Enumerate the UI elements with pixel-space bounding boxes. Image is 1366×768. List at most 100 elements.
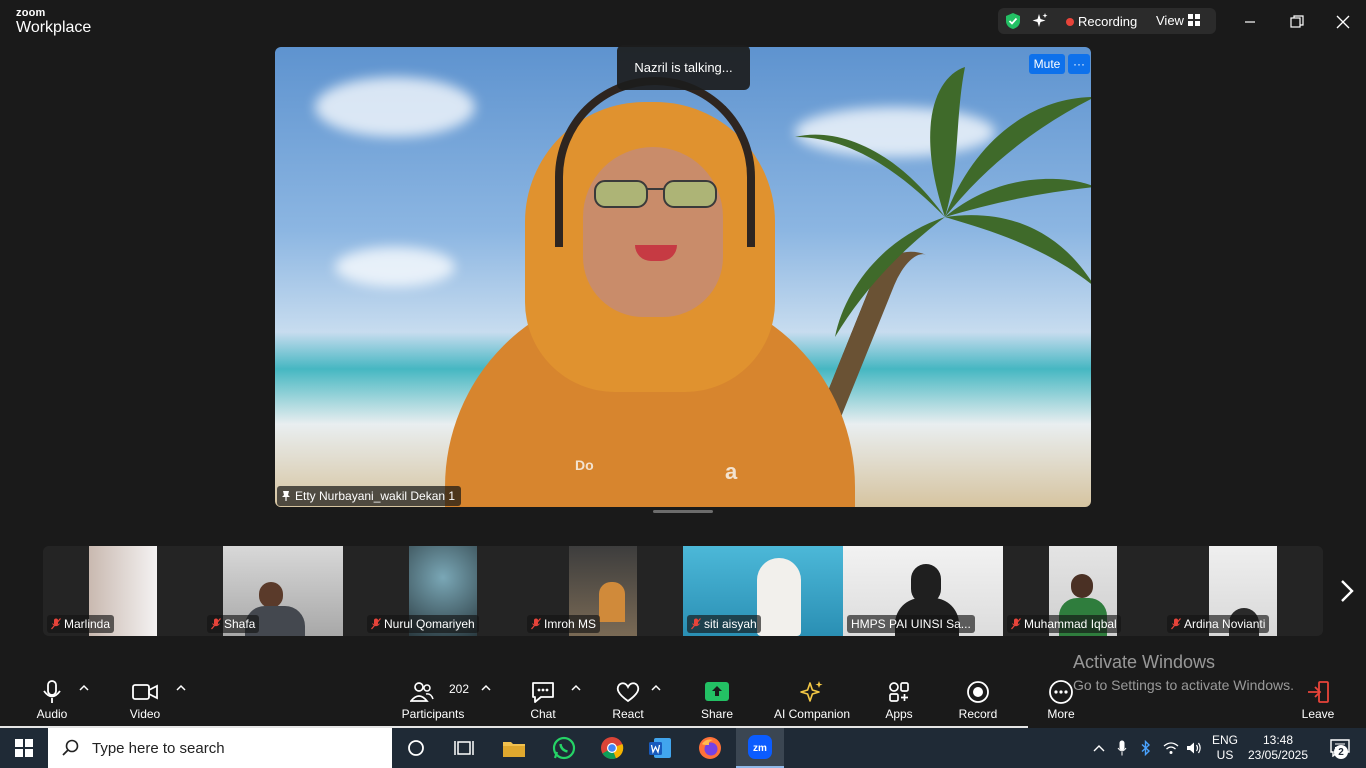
restore-icon [1290,15,1304,28]
file-explorer-taskbar-button[interactable] [490,728,538,768]
chat-label: Chat [530,707,556,721]
tray-network-button[interactable] [1160,728,1182,768]
participant-tile[interactable]: Muhammad Iqbal [1003,546,1163,636]
participant-name: Nurul Qomariyeh [384,617,475,631]
video-button[interactable]: Video [124,670,166,728]
video-options-chevron-up-icon[interactable] [176,684,186,692]
ai-sparkle-icon[interactable] [1031,12,1049,30]
chat-options-chevron-up-icon[interactable] [571,684,581,692]
mute-participant-button[interactable]: Mute [1029,54,1065,74]
leave-meeting-button[interactable]: Leave [1298,670,1338,728]
record-label: Record [958,707,998,721]
participant-name: HMPS PAI UINSI Sa... [851,617,971,631]
microphone-tray-icon [1117,740,1127,756]
leave-exit-icon [1308,681,1329,703]
zoom-workplace-logo: zoom Workplace [16,8,91,36]
participant-name: siti aisyah [704,617,757,631]
participants-options-chevron-up-icon[interactable] [481,684,491,692]
taskbar-clock[interactable]: 13:48 23/05/2025 [1246,728,1310,768]
activate-windows-watermark: Activate Windows Go to Settings to activ… [1073,652,1294,693]
view-grid-icon[interactable] [1188,14,1200,26]
speaker-volume-icon [1187,742,1201,754]
view-button-label[interactable]: View [1156,13,1184,28]
mic-muted-icon [1011,618,1021,630]
active-speaker-name-tag: Etty Nurbayani_wakil Dekan 1 [277,486,462,506]
recording-label[interactable]: Recording [1078,14,1137,29]
ai-companion-button[interactable]: AI Companion [770,670,854,728]
show-hidden-icons-button[interactable] [1088,728,1110,768]
apps-icon [889,682,909,702]
shirt-text-right: a [725,459,738,484]
chrome-icon [601,737,624,760]
maximize-button[interactable] [1285,10,1309,34]
folder-icon [503,742,525,757]
chevron-up-icon [1093,745,1105,752]
firefox-taskbar-button[interactable] [686,728,734,768]
active-speaker-video[interactable]: Do a [275,47,1091,507]
task-view-icon [454,741,474,755]
close-button[interactable] [1331,10,1355,34]
participant-tile[interactable]: Shafa [203,546,363,636]
word-taskbar-button[interactable] [636,728,684,768]
participant-tile[interactable]: Ardina Novianti [1163,546,1323,636]
participants-button[interactable]: Participants [400,670,466,728]
zoom-meeting-window: zoom Workplace Recording View Do a Nazri… [0,0,1366,728]
logo-workplace-text: Workplace [16,19,92,36]
more-label: More [1047,707,1075,721]
chat-button[interactable]: Chat [526,670,560,728]
participant-name: Ardina Novianti [1184,617,1266,631]
start-button[interactable] [0,728,48,768]
participant-tile[interactable]: Nurul Qomariyeh [363,546,523,636]
minimize-button[interactable] [1238,10,1262,34]
windows-logo-icon [15,739,33,757]
activate-windows-subtitle: Go to Settings to activate Windows. [1073,677,1294,693]
participant-tile[interactable]: siti aisyah [683,546,843,636]
participant-name-tag: Marlinda [47,615,115,633]
share-screen-icon [705,682,729,701]
participant-name-tag: Nurul Qomariyeh [367,615,479,633]
participant-tile[interactable]: HMPS PAI UINSI Sa... [843,546,1003,636]
shirt-text-left: Do [575,457,594,473]
audio-options-chevron-up-icon[interactable] [79,684,89,692]
notification-count-badge: 2 [1334,745,1348,759]
tray-microphone-button[interactable] [1112,728,1132,768]
react-label: React [612,707,644,721]
taskbar-search-box[interactable]: Type here to search [48,728,392,768]
clock-time: 13:48 [1262,733,1294,747]
participant-name: Shafa [224,617,256,631]
palm-tree-leaves [795,67,1091,337]
participant-tile[interactable]: Marlinda [43,546,203,636]
shield-check-icon[interactable] [1004,12,1022,30]
input-language-indicator[interactable]: ENG US [1206,728,1244,768]
ai-companion-label: AI Companion [773,707,851,721]
apps-button[interactable]: Apps [880,670,918,728]
participants-icon [410,682,434,702]
video-more-options-button[interactable]: ··· [1068,54,1090,74]
share-screen-button[interactable]: Share [698,670,736,728]
word-icon [649,738,671,758]
leave-label: Leave [1301,707,1335,721]
participant-name: Imroh MS [544,617,597,631]
chrome-taskbar-button[interactable] [588,728,636,768]
video-resize-handle[interactable] [653,510,713,513]
participant-tile[interactable]: Imroh MS [523,546,683,636]
audio-button[interactable]: Audio [30,670,74,728]
record-button[interactable]: Record [956,670,1000,728]
tray-bluetooth-button[interactable] [1136,728,1156,768]
participant-name-tag: HMPS PAI UINSI Sa... [847,615,975,633]
whatsapp-taskbar-button[interactable] [540,728,588,768]
windows-taskbar: Type here to search zm ENG US 13:48 23/0… [0,728,1366,768]
participant-name-tag: Shafa [207,615,260,633]
search-placeholder: Type here to search [92,739,225,757]
ai-companion-sparkle-icon [800,681,823,702]
zoom-taskbar-button[interactable]: zm [736,728,784,768]
react-button[interactable]: React [608,670,648,728]
tray-volume-button[interactable] [1183,728,1205,768]
task-view-button[interactable] [440,728,488,768]
heart-icon [616,682,640,703]
svg-text:zm: zm [753,743,767,754]
cortana-button[interactable] [392,728,440,768]
react-options-chevron-up-icon[interactable] [651,684,661,692]
chevron-right-icon[interactable] [1337,578,1357,604]
participant-name-tag: Muhammad Iqbal [1007,615,1121,633]
